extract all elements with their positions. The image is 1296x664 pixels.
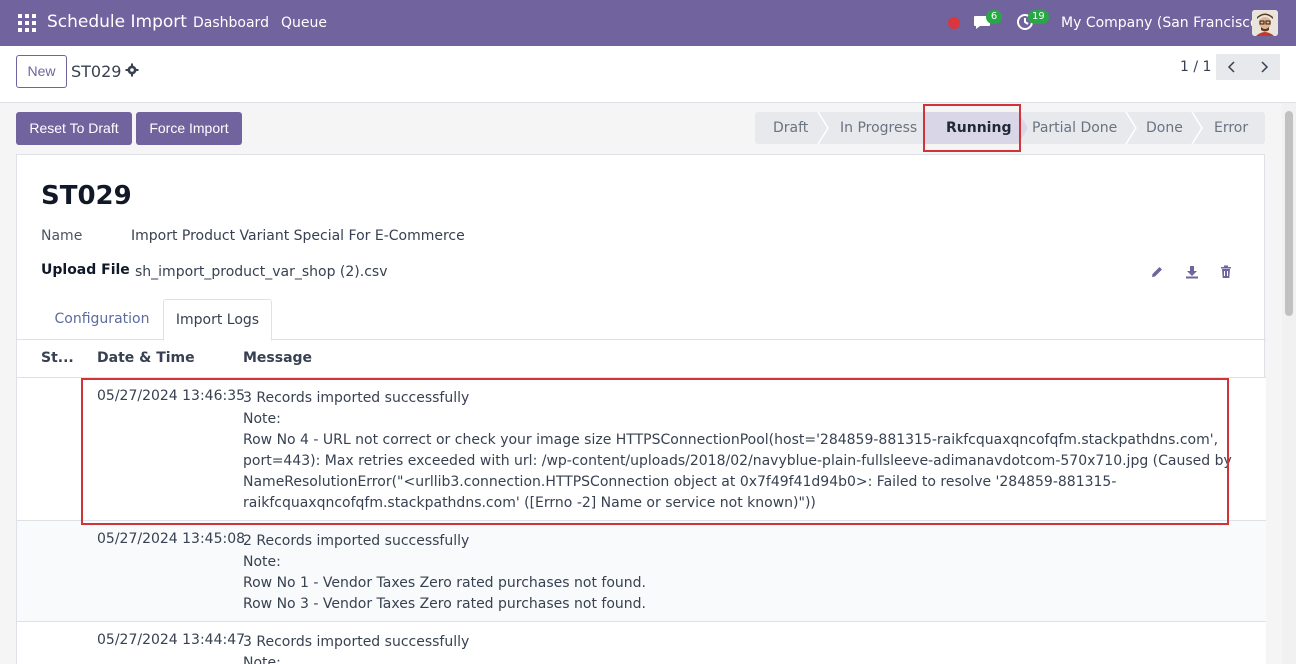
stage-draft[interactable]: Draft bbox=[773, 112, 808, 144]
tab-import-logs[interactable]: Import Logs bbox=[163, 299, 272, 341]
company-switcher[interactable]: My Company (San Francisco) bbox=[1061, 15, 1264, 31]
pager-previous-button[interactable] bbox=[1216, 54, 1248, 80]
log-line: 3 Records imported successfully bbox=[243, 634, 470, 650]
log-line: Note: bbox=[243, 554, 281, 570]
page-scrollbar[interactable] bbox=[1282, 103, 1296, 664]
chevron-right-icon bbox=[1261, 61, 1269, 73]
log-message: 3 Records imported successfully Note: bbox=[243, 632, 1243, 664]
apps-grid-icon[interactable] bbox=[18, 14, 36, 32]
download-icon[interactable] bbox=[1185, 265, 1199, 279]
app-title[interactable]: Schedule Import bbox=[47, 12, 187, 32]
scrollbar-thumb[interactable] bbox=[1285, 111, 1293, 316]
menu-dashboard[interactable]: Dashboard bbox=[193, 15, 269, 31]
log-date: 05/27/2024 13:45:08 bbox=[97, 531, 246, 547]
trash-icon[interactable] bbox=[1219, 265, 1233, 279]
upload-file-value[interactable]: sh_import_product_var_shop (2).csv bbox=[135, 264, 388, 280]
edit-pencil-icon[interactable] bbox=[1150, 265, 1164, 279]
new-button[interactable]: New bbox=[16, 55, 67, 88]
stage-partial-done[interactable]: Partial Done bbox=[1032, 112, 1117, 144]
messages-badge: 6 bbox=[986, 10, 1002, 24]
name-label: Name bbox=[41, 228, 83, 244]
upload-file-label: Upload File bbox=[41, 262, 130, 278]
breadcrumb-record: ST029 bbox=[71, 62, 122, 81]
notebook-tabs: Configuration Import Logs bbox=[17, 299, 1266, 341]
pager-next-button[interactable] bbox=[1248, 54, 1280, 80]
name-value[interactable]: Import Product Variant Special For E-Com… bbox=[131, 228, 465, 244]
table-row[interactable]: 05/27/2024 13:44:47 3 Records imported s… bbox=[17, 622, 1266, 664]
log-row-highlight bbox=[81, 378, 1229, 525]
log-message: 2 Records imported successfully Note: Ro… bbox=[243, 531, 1243, 615]
stage-separator bbox=[1125, 112, 1137, 144]
log-line: Row No 1 - Vendor Taxes Zero rated purch… bbox=[243, 575, 646, 591]
log-line: Row No 3 - Vendor Taxes Zero rated purch… bbox=[243, 596, 646, 612]
log-table-header: St... Date & Time Message bbox=[17, 340, 1266, 378]
stage-in-progress[interactable]: In Progress bbox=[840, 112, 917, 144]
tab-configuration[interactable]: Configuration bbox=[42, 299, 162, 340]
record-title: ST029 bbox=[41, 181, 132, 211]
stage-separator bbox=[817, 112, 829, 144]
log-line: Note: bbox=[243, 655, 281, 664]
user-avatar[interactable] bbox=[1252, 10, 1278, 36]
pager-value[interactable]: 1 / 1 bbox=[1180, 59, 1211, 75]
table-row[interactable]: 05/27/2024 13:45:08 2 Records imported s… bbox=[17, 521, 1266, 622]
activities-badge: 19 bbox=[1028, 10, 1049, 24]
log-date: 05/27/2024 13:44:47 bbox=[97, 632, 246, 648]
running-stage-highlight bbox=[923, 104, 1021, 152]
recording-indicator-icon[interactable] bbox=[948, 17, 960, 29]
force-import-button[interactable]: Force Import bbox=[136, 112, 242, 145]
control-panel: New ST029 1 / 1 bbox=[0, 46, 1296, 103]
column-date-time[interactable]: Date & Time bbox=[97, 350, 195, 366]
gear-icon[interactable] bbox=[125, 63, 139, 77]
chevron-left-icon bbox=[1227, 61, 1235, 73]
reset-to-draft-button[interactable]: Reset To Draft bbox=[16, 112, 132, 145]
stage-separator bbox=[1191, 112, 1203, 144]
stage-error[interactable]: Error bbox=[1214, 112, 1248, 144]
column-message[interactable]: Message bbox=[243, 350, 312, 366]
menu-queue[interactable]: Queue bbox=[281, 15, 327, 31]
top-navbar: Schedule Import Dashboard Queue 6 19 My … bbox=[0, 0, 1296, 46]
stage-done[interactable]: Done bbox=[1146, 112, 1183, 144]
column-status[interactable]: St... bbox=[41, 350, 74, 366]
log-line: 2 Records imported successfully bbox=[243, 533, 470, 549]
